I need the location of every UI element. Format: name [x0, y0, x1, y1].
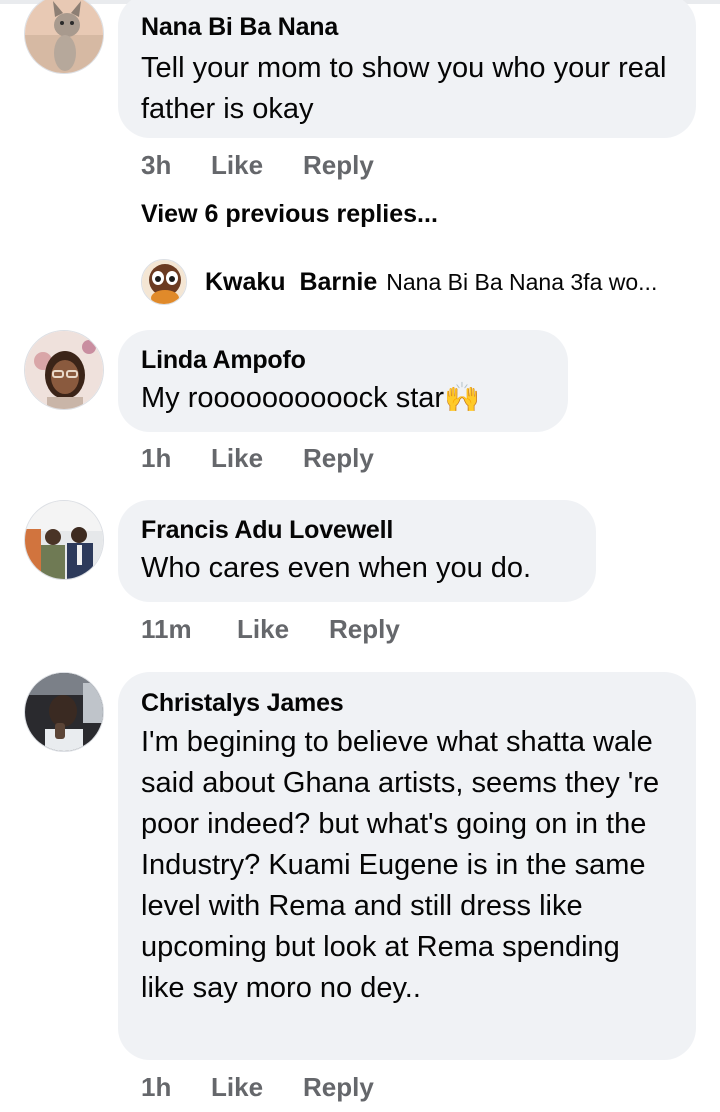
cartoon-avatar-icon: [142, 260, 186, 304]
comment-timestamp[interactable]: 11m: [141, 614, 237, 645]
avatar-kwaku-barnie[interactable]: [141, 259, 187, 305]
man-in-car-photo-icon: [25, 673, 103, 751]
comment-author[interactable]: Nana Bi Ba Nana: [141, 12, 672, 42]
like-button[interactable]: Like: [211, 1072, 303, 1103]
comment-actions: 1h Like Reply: [141, 443, 374, 474]
reply-button[interactable]: Reply: [303, 150, 374, 181]
comment-timestamp[interactable]: 3h: [141, 150, 211, 181]
view-previous-replies-link[interactable]: View 6 previous replies...: [141, 200, 438, 229]
avatar-linda-ampofo[interactable]: [24, 330, 104, 410]
comment-bubble: Francis Adu Lovewell Who cares even when…: [118, 500, 596, 602]
reply-button[interactable]: Reply: [329, 614, 400, 645]
reply-button[interactable]: Reply: [303, 1072, 374, 1103]
latest-reply-preview[interactable]: Kwaku Barnie Nana Bi Ba Nana 3fa wo...: [141, 258, 657, 306]
reply-snippet: Nana Bi Ba Nana 3fa wo...: [386, 268, 658, 295]
comment-bubble: Nana Bi Ba Nana Tell your mom to show yo…: [118, 0, 696, 138]
comment-bubble: Linda Ampofo My roooooooooock star🙌: [118, 330, 568, 432]
comment-timestamp[interactable]: 1h: [141, 443, 211, 474]
avatar-nana-bi-ba-nana[interactable]: [24, 0, 104, 74]
woman-photo-icon: [25, 331, 103, 409]
reply-author[interactable]: Kwaku Barnie: [205, 268, 377, 297]
two-men-photo-icon: [25, 501, 103, 579]
comment-author[interactable]: Christalys James: [141, 688, 672, 718]
avatar-christalys-james[interactable]: [24, 672, 104, 752]
comment-actions: 11m Like Reply: [141, 614, 400, 645]
comment-bubble: Christalys James I'm begining to believe…: [118, 672, 696, 1060]
comment-text: Tell your mom to show you who your real …: [141, 52, 667, 125]
like-button[interactable]: Like: [211, 150, 303, 181]
comment-actions: 1h Like Reply: [141, 1072, 374, 1103]
comment-author[interactable]: Linda Ampofo: [141, 345, 544, 375]
reply-button[interactable]: Reply: [303, 443, 374, 474]
like-button[interactable]: Like: [237, 614, 329, 645]
avatar-francis-adu-lovewell[interactable]: [24, 500, 104, 580]
comment-text: Who cares even when you do.: [141, 552, 532, 584]
kitten-photo-icon: [25, 0, 103, 73]
comment-timestamp[interactable]: 1h: [141, 1072, 211, 1103]
comment-text: I'm begining to believe what shatta wale…: [141, 726, 660, 1004]
comment-actions: 3h Like Reply: [141, 150, 374, 181]
comment-text: My roooooooooock star🙌: [141, 382, 481, 414]
comment-author[interactable]: Francis Adu Lovewell: [141, 515, 572, 545]
like-button[interactable]: Like: [211, 443, 303, 474]
